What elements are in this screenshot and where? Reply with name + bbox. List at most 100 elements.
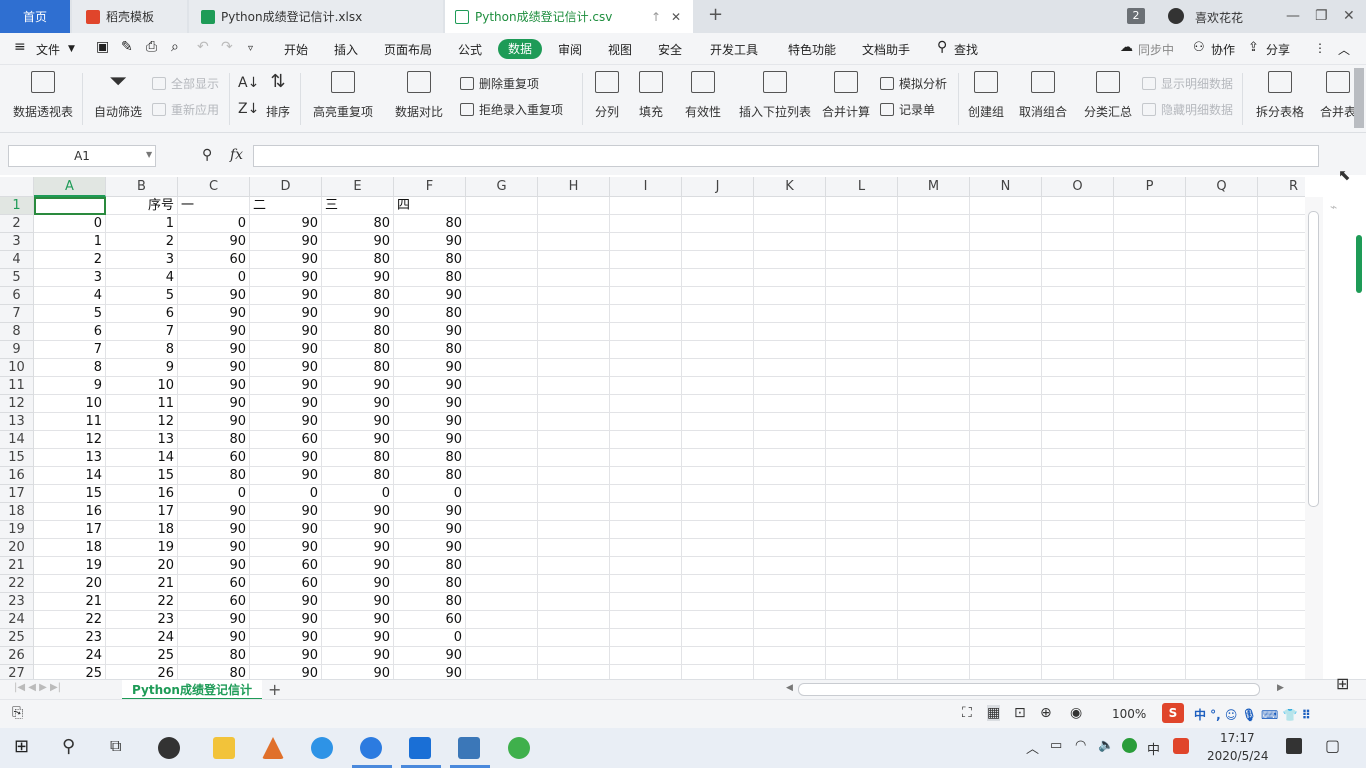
table-cell[interactable] (466, 233, 538, 251)
side-tool-icon[interactable]: ⌁ (1330, 200, 1337, 214)
table-cell[interactable] (610, 323, 682, 341)
validity-button[interactable]: 有效性 (680, 71, 726, 120)
pin-icon[interactable]: ↑ (651, 10, 661, 24)
table-cell[interactable]: 90 (322, 575, 394, 593)
table-cell[interactable]: 7 (34, 341, 106, 359)
table-cell[interactable]: 21 (34, 593, 106, 611)
table-cell[interactable] (1186, 323, 1258, 341)
table-cell[interactable] (754, 215, 826, 233)
ime-indicator[interactable]: 中 (1147, 739, 1160, 758)
table-cell[interactable] (1042, 629, 1114, 647)
table-cell[interactable] (826, 449, 898, 467)
table-cell[interactable] (538, 485, 610, 503)
table-cell[interactable]: 5 (106, 287, 178, 305)
table-cell[interactable] (1258, 467, 1305, 485)
table-cell[interactable]: 90 (322, 503, 394, 521)
table-cell[interactable] (970, 629, 1042, 647)
menu-security[interactable]: 安全 (658, 41, 682, 58)
table-cell[interactable] (826, 467, 898, 485)
table-cell[interactable] (898, 413, 970, 431)
print-preview-icon[interactable]: ⌕ (171, 39, 179, 55)
table-cell[interactable] (1042, 575, 1114, 593)
table-cell[interactable] (1114, 521, 1186, 539)
table-cell[interactable] (538, 377, 610, 395)
table-cell[interactable]: 0 (250, 485, 322, 503)
table-cell[interactable] (1042, 449, 1114, 467)
table-cell[interactable] (826, 629, 898, 647)
table-cell[interactable]: 80 (178, 467, 250, 485)
table-cell[interactable]: 90 (178, 413, 250, 431)
table-cell[interactable] (610, 449, 682, 467)
avatar[interactable] (1168, 8, 1184, 24)
table-cell[interactable]: 60 (394, 611, 466, 629)
table-cell[interactable]: 90 (394, 521, 466, 539)
table-cell[interactable] (1042, 647, 1114, 665)
table-cell[interactable]: 90 (250, 611, 322, 629)
table-cell[interactable] (1114, 323, 1186, 341)
table-cell[interactable]: 90 (250, 593, 322, 611)
table-cell[interactable] (610, 413, 682, 431)
table-cell[interactable] (1114, 341, 1186, 359)
show-detail-button[interactable]: 显示明细数据 (1142, 75, 1233, 92)
table-cell[interactable]: 80 (394, 269, 466, 287)
table-cell[interactable]: 80 (322, 467, 394, 485)
column-header[interactable]: L (826, 177, 898, 197)
table-cell[interactable] (1042, 215, 1114, 233)
table-cell[interactable]: 90 (178, 611, 250, 629)
windows-start-icon[interactable]: ⊞ (14, 736, 29, 757)
table-cell[interactable]: 24 (34, 647, 106, 665)
table-cell[interactable] (898, 305, 970, 323)
table-cell[interactable] (754, 593, 826, 611)
active-cell[interactable] (34, 197, 106, 215)
table-cell[interactable]: 60 (178, 593, 250, 611)
table-cell[interactable] (1042, 521, 1114, 539)
table-cell[interactable] (826, 395, 898, 413)
table-cell[interactable]: 11 (34, 413, 106, 431)
table-cell[interactable]: 26 (106, 665, 178, 679)
table-cell[interactable]: 14 (106, 449, 178, 467)
table-cell[interactable]: 二 (250, 197, 322, 215)
search-icon[interactable]: ⚲ (62, 736, 75, 757)
table-cell[interactable]: 0 (394, 629, 466, 647)
table-cell[interactable] (538, 665, 610, 679)
table-cell[interactable] (610, 593, 682, 611)
table-cell[interactable] (970, 431, 1042, 449)
vertical-scroll-thumb[interactable] (1308, 211, 1319, 507)
table-cell[interactable] (538, 197, 610, 215)
row-header[interactable]: 26 (0, 647, 34, 665)
table-cell[interactable] (754, 503, 826, 521)
tab-daoke-template[interactable]: 稻壳模板 (72, 0, 187, 33)
table-cell[interactable] (1114, 593, 1186, 611)
table-cell[interactable] (754, 467, 826, 485)
table-cell[interactable] (682, 341, 754, 359)
table-cell[interactable] (826, 215, 898, 233)
table-cell[interactable]: 90 (178, 359, 250, 377)
table-cell[interactable]: 18 (34, 539, 106, 557)
table-cell[interactable]: 90 (322, 431, 394, 449)
ie-browser-icon[interactable] (508, 737, 530, 759)
table-cell[interactable] (754, 449, 826, 467)
table-cell[interactable] (1186, 305, 1258, 323)
table-cell[interactable] (898, 665, 970, 679)
tab-home[interactable]: 首页 (0, 0, 70, 33)
zoom-formula-icon[interactable]: ⚲ (202, 147, 212, 163)
table-cell[interactable] (1114, 305, 1186, 323)
ime-toolbar-icon[interactable]: 中 °, ☺ 🎙 ⌨ 👕 ⠿ (1194, 706, 1311, 723)
sogou-tray-icon[interactable] (1173, 738, 1189, 754)
table-cell[interactable]: 17 (34, 521, 106, 539)
table-cell[interactable] (1258, 575, 1305, 593)
table-cell[interactable]: 90 (394, 377, 466, 395)
table-cell[interactable]: 4 (106, 269, 178, 287)
eye-protection-icon[interactable]: ◉ (1070, 705, 1082, 721)
table-cell[interactable] (826, 269, 898, 287)
merge-table-button[interactable]: 合并表 (1318, 71, 1358, 120)
table-cell[interactable] (754, 521, 826, 539)
table-cell[interactable] (970, 413, 1042, 431)
table-cell[interactable] (610, 377, 682, 395)
row-header[interactable]: 6 (0, 287, 34, 305)
reject-duplicates-button[interactable]: 拒绝录入重复项 (460, 101, 563, 118)
table-cell[interactable] (1186, 521, 1258, 539)
table-cell[interactable]: 5 (34, 305, 106, 323)
table-cell[interactable]: 16 (106, 485, 178, 503)
table-cell[interactable] (1186, 269, 1258, 287)
